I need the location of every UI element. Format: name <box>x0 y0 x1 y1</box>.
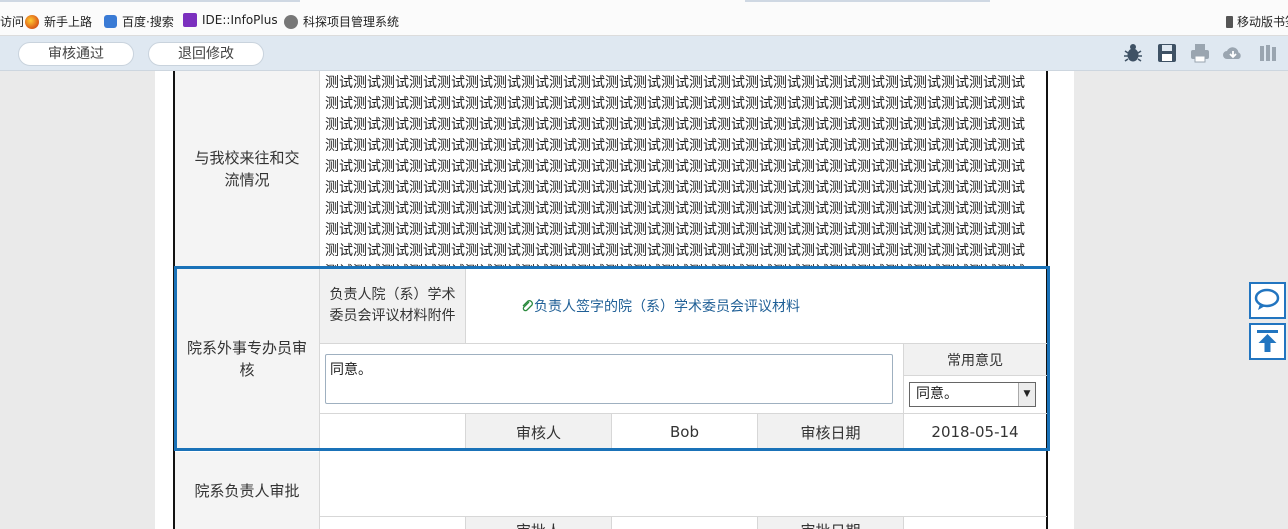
cloud-download-icon[interactable] <box>1222 42 1244 64</box>
exchange-label: 与我校来往和交流情况 <box>175 71 319 266</box>
bookmark-visit[interactable]: 访问 <box>0 13 24 30</box>
approve-button[interactable]: 审核通过 <box>18 42 134 66</box>
bookmark-label: 移动版书签 <box>1237 15 1288 29</box>
ie-icon <box>104 15 117 28</box>
bookmark-label: 百度·搜索 <box>122 15 174 29</box>
approval-date-label: 审批日期 <box>758 517 903 529</box>
bookmark-newbie[interactable]: 新手上路 <box>25 13 92 30</box>
bookmark-mobile[interactable]: 移动版书签 <box>1226 13 1288 30</box>
leader-approval-label: 院系负责人审批 <box>175 452 319 529</box>
bookmark-label: 新手上路 <box>44 15 93 29</box>
save-icon[interactable] <box>1156 42 1178 64</box>
bookmark-label: IDE::InfoPlus <box>202 13 278 27</box>
reject-button[interactable]: 退回修改 <box>148 42 264 66</box>
bookmark-label: 访问 <box>0 15 25 29</box>
bookmark-infoplus[interactable]: IDE::InfoPlus <box>183 13 278 27</box>
row-divider <box>320 516 1047 517</box>
globe-icon <box>284 14 298 29</box>
bookmarks-bar: 访问 新手上路 百度·搜索 IDE::InfoPlus 科探项目管理系统 移动版… <box>0 0 1288 36</box>
bug-icon[interactable] <box>1122 42 1144 64</box>
action-toolbar: 审核通过 退回修改 <box>0 36 1288 71</box>
firefox-icon <box>25 14 39 29</box>
bookmark-label: 科探项目管理系统 <box>303 15 400 29</box>
phone-icon <box>1226 15 1233 28</box>
approver-label-cell: 审批人 <box>466 517 611 529</box>
approval-date-label-cell: 审批日期 <box>758 517 903 529</box>
column-divider <box>611 517 612 529</box>
column-divider <box>465 517 466 529</box>
approver-label: 审批人 <box>466 517 611 529</box>
exchange-text: 测试测试测试测试测试测试测试测试测试测试测试测试测试测试测试测试测试测试测试测试… <box>325 75 1025 268</box>
infoplus-icon <box>183 13 197 27</box>
chat-button[interactable] <box>1249 282 1286 319</box>
print-icon[interactable] <box>1189 42 1211 64</box>
bookmark-baidu[interactable]: 百度·搜索 <box>104 13 174 30</box>
library-icon[interactable] <box>1257 42 1279 64</box>
tab-strip-line <box>745 0 990 2</box>
column-divider <box>903 517 904 529</box>
back-to-top-button[interactable] <box>1249 323 1286 360</box>
arrow-up-icon <box>1257 330 1278 352</box>
tab-strip-line <box>0 0 300 2</box>
active-section-frame <box>174 266 1050 451</box>
chat-icon <box>1254 288 1280 310</box>
bookmark-project-system[interactable]: 科探项目管理系统 <box>284 13 399 30</box>
